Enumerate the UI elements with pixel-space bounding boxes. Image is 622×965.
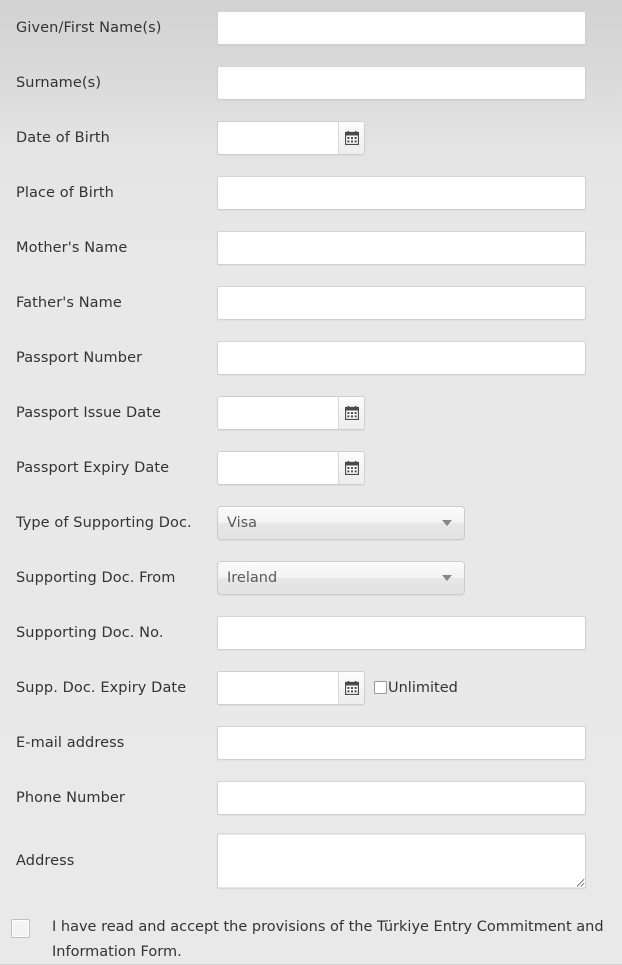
form-row-supp-doc-expiry-date: Supp. Doc. Expiry Date Unlimited [0,660,622,715]
field-date-of-birth [217,120,365,155]
email-address-input[interactable] [217,725,586,760]
field-mothers-name [217,230,586,265]
calendar-icon [344,460,359,475]
phone-number-input[interactable] [217,780,586,815]
supporting-doc-type-value: Visa [227,514,258,531]
field-passport-number [217,340,586,375]
consent-checkbox[interactable] [11,919,30,938]
mothers-name-input[interactable] [217,230,586,265]
date-of-birth-input[interactable] [218,121,338,154]
supp-doc-expiry-date-calendar-button[interactable] [338,671,364,704]
chevron-down-icon [442,574,452,581]
field-passport-issue-date [217,395,365,430]
label-date-of-birth: Date of Birth [16,129,110,146]
supporting-doc-from-select[interactable]: Ireland [217,560,465,595]
field-supporting-doc-type: Visa [217,505,465,540]
field-place-of-birth [217,175,586,210]
label-place-of-birth: Place of Birth [16,184,114,201]
entry-commitment-form: Given/First Name(s) Surname(s) Date of B… [0,0,622,897]
passport-expiry-date-calendar-button[interactable] [338,451,364,484]
supp-doc-expiry-date-group [217,670,365,705]
passport-issue-date-group [217,395,365,430]
field-passport-expiry-date [217,450,365,485]
label-passport-issue-date: Passport Issue Date [16,404,162,421]
form-row-date-of-birth: Date of Birth [0,110,622,165]
form-row-supporting-doc-no: Supporting Doc. No. [0,605,622,660]
consent-section: I have read and accept the provisions of… [0,915,622,965]
given-name-input[interactable] [217,10,586,45]
label-address: Address [16,853,75,869]
label-mothers-name: Mother's Name [16,239,128,256]
supporting-doc-from-value: Ireland [227,569,278,586]
label-passport-number: Passport Number [16,349,143,366]
field-supporting-doc-no [217,615,586,650]
supporting-doc-type-select[interactable]: Visa [217,505,465,540]
label-supp-doc-expiry-date: Supp. Doc. Expiry Date [16,679,187,696]
form-row-passport-issue-date: Passport Issue Date [0,385,622,440]
chevron-down-icon [442,519,452,526]
label-fathers-name: Father's Name [16,294,122,311]
form-row-mothers-name: Mother's Name [0,220,622,275]
fathers-name-input[interactable] [217,285,586,320]
field-supp-doc-expiry-date: Unlimited [217,670,458,705]
form-row-email-address: E-mail address [0,715,622,770]
calendar-icon [344,680,359,695]
field-address [217,833,586,889]
label-surname: Surname(s) [16,74,102,91]
form-row-supporting-doc-from: Supporting Doc. From Ireland [0,550,622,605]
calendar-icon [344,130,359,145]
label-email-address: E-mail address [16,734,125,751]
passport-expiry-date-input[interactable] [218,451,338,484]
supporting-doc-no-input[interactable] [217,615,586,650]
calendar-icon [344,405,359,420]
address-textarea[interactable] [217,833,586,889]
label-supporting-doc-from: Supporting Doc. From [16,569,176,586]
form-row-phone-number: Phone Number [0,770,622,825]
date-of-birth-group [217,120,365,155]
field-fathers-name [217,285,586,320]
form-row-passport-number: Passport Number [0,330,622,385]
form-row-fathers-name: Father's Name [0,275,622,330]
field-phone-number [217,780,586,815]
field-supporting-doc-from: Ireland [217,560,465,595]
label-supporting-doc-type: Type of Supporting Doc. [16,514,192,531]
label-passport-expiry-date: Passport Expiry Date [16,459,170,476]
field-email-address [217,725,586,760]
passport-number-input[interactable] [217,340,586,375]
form-row-supporting-doc-type: Type of Supporting Doc. Visa [0,495,622,550]
form-row-given-name: Given/First Name(s) [0,0,622,55]
field-surname [217,65,586,100]
form-row-address: Address [0,825,622,897]
label-given-name: Given/First Name(s) [16,19,162,36]
unlimited-checkbox[interactable] [374,681,387,694]
field-given-name [217,10,586,45]
place-of-birth-input[interactable] [217,175,586,210]
unlimited-label: Unlimited [388,679,458,696]
passport-issue-date-input[interactable] [218,396,338,429]
supp-doc-expiry-date-input[interactable] [218,671,338,704]
form-row-place-of-birth: Place of Birth [0,165,622,220]
label-supporting-doc-no: Supporting Doc. No. [16,624,164,641]
form-row-surname: Surname(s) [0,55,622,110]
label-phone-number: Phone Number [16,789,125,806]
form-row-passport-expiry-date: Passport Expiry Date [0,440,622,495]
surname-input[interactable] [217,65,586,100]
consent-text: I have read and accept the provisions of… [52,919,604,960]
passport-issue-date-calendar-button[interactable] [338,396,364,429]
date-of-birth-calendar-button[interactable] [338,121,364,154]
passport-expiry-date-group [217,450,365,485]
